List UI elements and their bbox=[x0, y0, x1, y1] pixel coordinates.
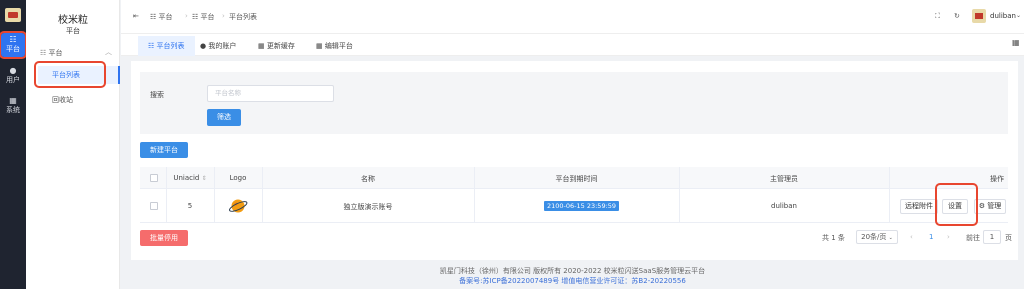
user-icon: ● bbox=[9, 66, 17, 75]
menu-link-recycle-bin[interactable]: 回收站 bbox=[38, 91, 120, 109]
tab-edit-platform[interactable]: ▦ 编辑平台 bbox=[306, 36, 363, 56]
column-header-logo: Logo bbox=[229, 174, 247, 182]
column-header-label: Uniacid bbox=[173, 174, 200, 182]
column-header-admin: 主管理员 bbox=[770, 175, 798, 183]
menu-title: 校米粒 bbox=[58, 15, 88, 26]
tab-label: 更新缓存 bbox=[266, 42, 295, 50]
rail-item-platform[interactable]: ☷ 平台 bbox=[0, 31, 27, 59]
windows-icon: ▦ bbox=[9, 96, 17, 105]
breadcrumb: ☷ 平台 bbox=[150, 12, 173, 22]
menu-link-platform-list[interactable]: 平台列表 bbox=[38, 66, 120, 84]
expire-date-badge: 2100-06-15 23:59:59 bbox=[544, 201, 620, 211]
search-input[interactable]: 平台名称 bbox=[207, 85, 334, 102]
windows-icon: ▦ bbox=[258, 42, 267, 50]
footer-copyright: 凯星门科技（徐州）有限公司 版权所有 2020-2022 校米粒闪送SaaS服务… bbox=[439, 267, 706, 275]
goto-page-input[interactable]: 1 bbox=[983, 230, 1001, 244]
column-header-name: 名称 bbox=[361, 175, 375, 183]
settings-button[interactable]: 设置 bbox=[942, 199, 968, 214]
manage-label: 管理 bbox=[987, 202, 1002, 210]
cell-admin: duliban bbox=[771, 202, 797, 210]
footer-icp-link[interactable]: 备案号:苏ICP备2022007489号 增值电信营业许可证：苏B2-20220… bbox=[121, 276, 1024, 286]
goto-suffix: 页 bbox=[1005, 234, 1012, 242]
avatar[interactable] bbox=[972, 9, 986, 23]
rail-item-label: 用户 bbox=[6, 76, 20, 84]
bulk-disable-button[interactable]: 批量停用 bbox=[140, 230, 188, 246]
breadcrumb-item[interactable]: 平台 bbox=[201, 13, 215, 21]
tab-my-account[interactable]: ● 我的账户 bbox=[190, 36, 246, 56]
grid-icon: ☷ bbox=[40, 49, 49, 57]
menu-group-platform[interactable]: ☷ 平台 ︿ bbox=[40, 48, 114, 58]
pagination-total: 共 1 条 bbox=[822, 234, 845, 242]
breadcrumb-separator: › bbox=[222, 12, 225, 20]
page-size-value: 20条/页 bbox=[861, 233, 887, 241]
tab-label: 编辑平台 bbox=[324, 42, 353, 50]
new-platform-button[interactable]: 新建平台 bbox=[140, 142, 188, 158]
menu-group-label: 平台 bbox=[48, 49, 63, 57]
column-header-expire: 平台到期时间 bbox=[555, 175, 598, 183]
tab-label: 平台列表 bbox=[156, 42, 185, 50]
menu-subtitle: 平台 bbox=[66, 27, 80, 35]
left-rail: ☷ 平台 ● 用户 ▦ 系统 bbox=[0, 0, 27, 289]
tab-label: 我的账户 bbox=[208, 42, 237, 50]
rail-item-system[interactable]: ▦ 系统 bbox=[1, 96, 25, 115]
tab-platform-list[interactable]: ☷ 平台列表 bbox=[138, 36, 195, 56]
row-checkbox[interactable] bbox=[150, 202, 158, 210]
sort-icon[interactable]: ⇕ bbox=[202, 175, 207, 182]
table-header: Uniacid ⇕ Logo 名称 平台到期时间 主管理员 操作 bbox=[140, 167, 1008, 189]
breadcrumb-item[interactable]: 平台 bbox=[159, 13, 173, 21]
rail-item-label: 系统 bbox=[6, 106, 20, 114]
table-row: 5 独立版演示账号 2100-06-15 23:59:59 duliban 远程… bbox=[140, 189, 1008, 223]
breadcrumb: ☷ 平台 bbox=[192, 12, 215, 22]
filter-button[interactable]: 筛选 bbox=[207, 109, 241, 126]
prev-page-button[interactable]: ‹ bbox=[910, 233, 913, 241]
search-label: 搜索 bbox=[150, 91, 164, 99]
tab-update-cache[interactable]: ▦ 更新缓存 bbox=[248, 36, 305, 56]
page-number-current[interactable]: 1 bbox=[929, 233, 933, 241]
username[interactable]: duliban bbox=[990, 12, 1016, 20]
remote-attachment-button[interactable]: 远程附件 bbox=[900, 199, 938, 214]
chevron-down-icon[interactable]: ⌄ bbox=[1016, 12, 1021, 19]
chevron-down-icon: ⌄ bbox=[888, 235, 893, 241]
page-size-select[interactable]: 20条/页 ⌄ bbox=[856, 230, 898, 244]
select-all-checkbox[interactable] bbox=[150, 174, 158, 182]
filter-panel bbox=[140, 72, 1008, 134]
platform-logo bbox=[229, 199, 248, 213]
next-page-button[interactable]: › bbox=[947, 233, 950, 241]
grid-icon: ☷ bbox=[9, 35, 17, 44]
grid-icon: ☷ bbox=[192, 13, 201, 21]
gear-icon: ⚙ bbox=[978, 202, 986, 210]
rail-item-users[interactable]: ● 用户 bbox=[1, 66, 25, 85]
grid-icon: ☷ bbox=[150, 13, 159, 21]
search-placeholder: 平台名称 bbox=[215, 89, 241, 97]
apps-grid-icon[interactable]: ▦ bbox=[1012, 38, 1020, 47]
column-header-ops: 操作 bbox=[990, 175, 1004, 183]
chevron-up-icon: ︿ bbox=[105, 48, 112, 56]
cell-name: 独立版演示账号 bbox=[343, 203, 393, 211]
breadcrumb-separator: › bbox=[185, 12, 188, 20]
rail-item-label: 平台 bbox=[6, 45, 20, 53]
grid-icon: ☷ bbox=[148, 42, 157, 50]
cell-uniacid: 5 bbox=[187, 202, 193, 210]
secondary-menu: 校米粒 平台 ☷ 平台 ︿ 平台列表 回收站 bbox=[26, 0, 120, 289]
app-logo[interactable] bbox=[5, 8, 21, 22]
goto-label: 前往 bbox=[966, 234, 980, 242]
fullscreen-icon[interactable]: ⛶ bbox=[935, 12, 940, 21]
windows-icon: ▦ bbox=[316, 42, 325, 50]
refresh-icon[interactable]: ↻ bbox=[954, 12, 960, 20]
column-header-uniacid[interactable]: Uniacid ⇕ bbox=[166, 174, 214, 182]
collapse-menu-icon[interactable]: ⇤ bbox=[133, 12, 139, 20]
breadcrumb-current: 平台列表 bbox=[229, 13, 257, 21]
manage-button[interactable]: ⚙ 管理 bbox=[974, 199, 1006, 214]
